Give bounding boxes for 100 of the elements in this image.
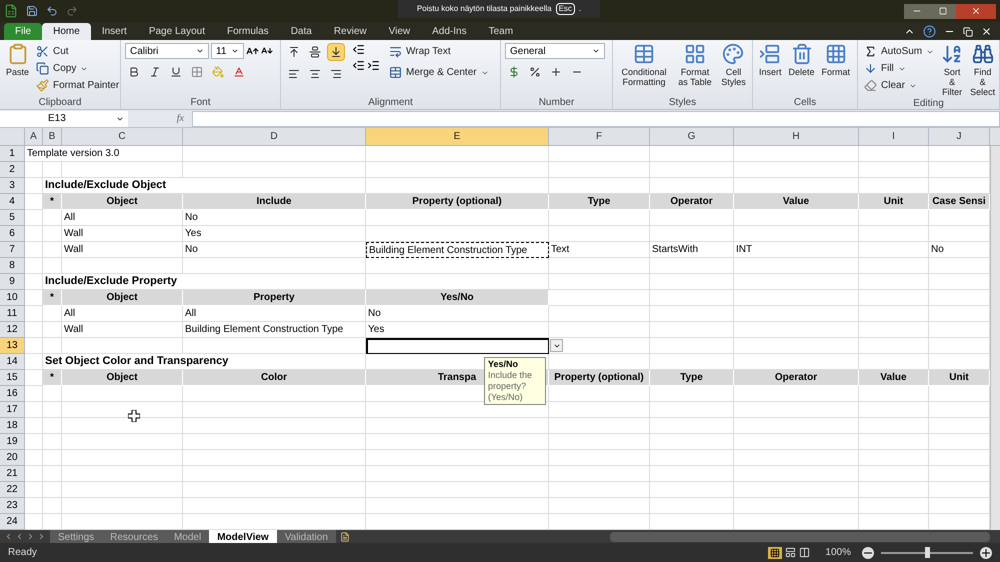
last-sheet-icon[interactable] <box>37 532 46 541</box>
row-header[interactable]: 5 <box>0 210 25 226</box>
row-header[interactable]: 9 <box>0 274 25 290</box>
row-header[interactable]: 18 <box>0 418 25 434</box>
row-header[interactable]: 17 <box>0 402 25 418</box>
sheet-tab[interactable]: Resources <box>102 530 166 543</box>
row-header[interactable]: 11 <box>0 306 25 322</box>
copy-button[interactable]: Copy <box>34 60 122 77</box>
cells-button[interactable]: Format <box>820 43 852 96</box>
next-sheet-icon[interactable] <box>26 532 35 541</box>
row-header[interactable]: 12 <box>0 322 25 338</box>
row-header[interactable]: 7 <box>0 242 25 258</box>
format-painter-button[interactable]: Format Painter <box>34 77 122 94</box>
cells-button[interactable]: Insert <box>757 43 784 96</box>
merge-center-button[interactable]: Merge & Center <box>387 64 491 81</box>
ribbon-tab[interactable]: Page Layout <box>138 23 216 40</box>
name-box[interactable]: E13 <box>0 110 128 126</box>
ribbon-tab[interactable]: File <box>4 23 42 40</box>
first-sheet-icon[interactable] <box>4 532 13 541</box>
number-format-field[interactable]: General <box>505 43 605 59</box>
normal-view-button[interactable] <box>768 546 782 558</box>
font-name-field[interactable]: Calibri <box>125 43 209 59</box>
vertical-scrollbar[interactable] <box>990 146 1000 530</box>
page-layout-view-icon[interactable] <box>785 547 796 558</box>
sheet-tab[interactable]: Settings <box>50 530 102 543</box>
column-header[interactable]: E <box>366 128 549 145</box>
save-icon[interactable] <box>26 5 38 17</box>
column-heading: Object <box>62 194 183 210</box>
decrease-indent-icon[interactable] <box>352 59 365 72</box>
dropdown-button[interactable] <box>550 339 563 352</box>
row-header[interactable]: 6 <box>0 226 25 242</box>
row-header[interactable]: 4 <box>0 194 25 210</box>
fill-button[interactable]: Fill <box>862 60 936 77</box>
row-header[interactable]: 13 <box>0 338 25 354</box>
increase-indent-icon[interactable] <box>367 59 380 72</box>
sheet-tab[interactable]: ModelView <box>209 530 277 543</box>
ribbon-tab[interactable]: View <box>378 23 422 40</box>
previous-sheet-icon[interactable] <box>15 532 24 541</box>
function-label[interactable]: fx <box>128 111 192 126</box>
ribbon-tab[interactable]: Add-Ins <box>421 23 478 40</box>
row-header[interactable]: 15 <box>0 370 25 386</box>
row-header[interactable]: 16 <box>0 386 25 402</box>
column-header[interactable]: A <box>25 128 43 145</box>
column-header[interactable]: B <box>43 128 62 145</box>
row-header[interactable]: 1 <box>0 146 25 162</box>
row-header[interactable]: 3 <box>0 178 25 194</box>
align-button[interactable] <box>327 43 345 61</box>
ribbon-tab[interactable]: Data <box>280 23 323 40</box>
redo-icon[interactable] <box>66 5 78 17</box>
sheet-tab[interactable]: Model <box>166 530 210 543</box>
selected-cell[interactable] <box>366 338 549 354</box>
clear-button[interactable]: Clear <box>862 77 936 94</box>
column-header[interactable]: H <box>734 128 859 145</box>
column-header[interactable]: C <box>62 128 183 145</box>
ribbon-tab[interactable]: Team <box>478 23 524 40</box>
paste-button[interactable]: Paste <box>4 43 32 96</box>
row-header[interactable]: 20 <box>0 450 25 466</box>
column-header[interactable]: F <box>549 128 650 145</box>
page-break-view-icon[interactable] <box>799 547 810 558</box>
zoom-thumb[interactable] <box>925 547 930 558</box>
formula-field[interactable] <box>192 110 1000 126</box>
find-select-button[interactable]: Find & Select <box>968 43 998 97</box>
font-size-field[interactable]: 11 <box>211 43 244 59</box>
cells-button[interactable]: Delete <box>786 43 817 96</box>
row-header[interactable]: 21 <box>0 466 25 482</box>
cut-button[interactable]: Cut <box>34 43 122 60</box>
ribbon-tab[interactable]: Formulas <box>216 23 280 40</box>
help-icon[interactable] <box>923 25 936 38</box>
style-button[interactable]: Format as Table <box>674 43 716 96</box>
undo-icon[interactable] <box>46 5 58 17</box>
restore-icon[interactable] <box>963 26 973 36</box>
style-button[interactable]: Conditional Formatting <box>617 43 671 96</box>
row-header[interactable]: 14 <box>0 354 25 370</box>
excel-logo-icon[interactable] <box>4 4 18 18</box>
column-header[interactable]: J <box>929 128 990 145</box>
row-header[interactable]: 23 <box>0 498 25 514</box>
style-button[interactable]: Cell Styles <box>718 43 748 96</box>
close-button[interactable] <box>956 4 996 18</box>
column-header[interactable]: I <box>859 128 929 145</box>
zoom-out-icon[interactable] <box>862 546 874 558</box>
row-header[interactable]: 8 <box>0 258 25 274</box>
zoom-in-icon[interactable] <box>980 546 992 558</box>
wrap-text-button[interactable]: Wrap Text <box>387 43 491 60</box>
insert-sheet-icon[interactable] <box>340 532 350 542</box>
column-header[interactable]: G <box>650 128 734 145</box>
empty-cell <box>859 274 929 290</box>
ribbon-tab[interactable]: Review <box>322 23 378 40</box>
close-icon[interactable] <box>981 26 992 37</box>
row-header[interactable]: 10 <box>0 290 25 306</box>
ribbon-tab[interactable]: Insert <box>90 23 138 40</box>
row-header[interactable]: 19 <box>0 434 25 450</box>
row-header[interactable]: 22 <box>0 482 25 498</box>
autosum-button[interactable]: AutoSum <box>862 43 936 60</box>
row-header[interactable]: 2 <box>0 162 25 178</box>
row-header[interactable]: 24 <box>0 514 25 530</box>
sheet-tab[interactable]: Validation <box>276 530 336 543</box>
ribbon-tab[interactable]: Home <box>42 23 91 40</box>
horizontal-scrollbar[interactable] <box>610 532 990 542</box>
sort-filter-button[interactable]: Sort & Filter <box>939 43 966 97</box>
maximize-button[interactable] <box>930 4 956 18</box>
